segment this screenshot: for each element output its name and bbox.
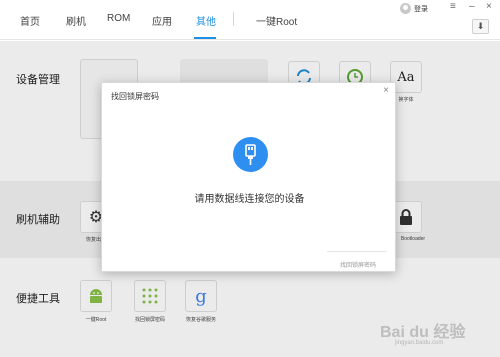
top-nav-bar: 首页 刷机 ROM 应用 其他 一键Root 登录 ≡ – × ⬇: [0, 0, 500, 40]
watermark-logo: Bai du 经验: [380, 324, 466, 341]
recover-lock-password-dialog: 找回锁屏密码 × 请用数据线连接您的设备 找回锁屏密码: [101, 82, 396, 272]
tab-other[interactable]: 其他: [196, 13, 216, 28]
recover-lock-password-button[interactable]: 找回锁屏密码: [340, 260, 376, 269]
login-link[interactable]: 登录: [414, 4, 428, 14]
hamburger-icon[interactable]: ≡: [450, 1, 456, 13]
minimize-icon[interactable]: –: [469, 1, 475, 13]
divider: [327, 251, 387, 252]
watermark-url: jingyan.baidu.com: [395, 340, 444, 346]
tab-home[interactable]: 首页: [20, 13, 40, 28]
close-icon[interactable]: ×: [383, 86, 389, 96]
usb-cable-icon: [233, 137, 268, 172]
tab-rom[interactable]: ROM: [107, 13, 130, 24]
connect-device-message: 请用数据线连接您的设备: [194, 194, 305, 205]
avatar-icon[interactable]: [400, 3, 411, 14]
dialog-title: 找回锁屏密码: [111, 92, 159, 101]
tab-one-click-root[interactable]: 一键Root: [256, 13, 297, 28]
tab-flash[interactable]: 刷机: [66, 13, 86, 28]
close-icon[interactable]: ×: [486, 1, 492, 13]
tab-divider: [233, 12, 234, 26]
download-icon[interactable]: ⬇: [472, 19, 489, 34]
active-tab-indicator: [194, 37, 216, 39]
tab-apps[interactable]: 应用: [152, 13, 172, 28]
